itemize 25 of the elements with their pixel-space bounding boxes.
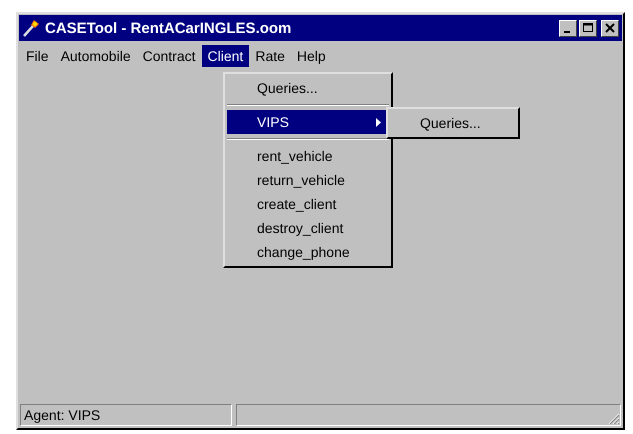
menu-entry[interactable]: Queries...	[390, 111, 516, 135]
maximize-icon	[583, 23, 593, 33]
close-button[interactable]	[601, 20, 619, 36]
minimize-icon	[564, 30, 570, 32]
menu-entry[interactable]: return_vehicle	[227, 168, 389, 192]
status-pane: Agent: VIPS	[20, 404, 232, 426]
menu-item[interactable]: Client	[202, 45, 250, 67]
menu-entry[interactable]: change_phone	[227, 240, 389, 264]
submenu-arrow-icon	[376, 118, 381, 126]
close-icon	[605, 23, 615, 33]
window-title: CASETool - RentACarINGLES.oom	[45, 20, 292, 36]
minimize-button[interactable]	[559, 20, 577, 36]
menu-item[interactable]: Help	[290, 45, 332, 67]
menu-entry[interactable]: destroy_client	[227, 216, 389, 240]
menu-item[interactable]: Contract	[136, 45, 202, 67]
menu-item[interactable]: Automobile	[54, 45, 137, 67]
menu-entry[interactable]: create_client	[227, 192, 389, 216]
wand-icon	[22, 19, 40, 37]
menu-entry[interactable]: Queries...	[227, 76, 389, 100]
maximize-button[interactable]	[579, 20, 597, 36]
resize-grip-icon	[608, 413, 620, 425]
menu-entry[interactable]: rent_vehicle	[227, 144, 389, 168]
submenu-item[interactable]: VIPS	[227, 110, 389, 134]
menu-item[interactable]: Rate	[249, 45, 291, 67]
menu-item[interactable]: File	[20, 45, 55, 67]
